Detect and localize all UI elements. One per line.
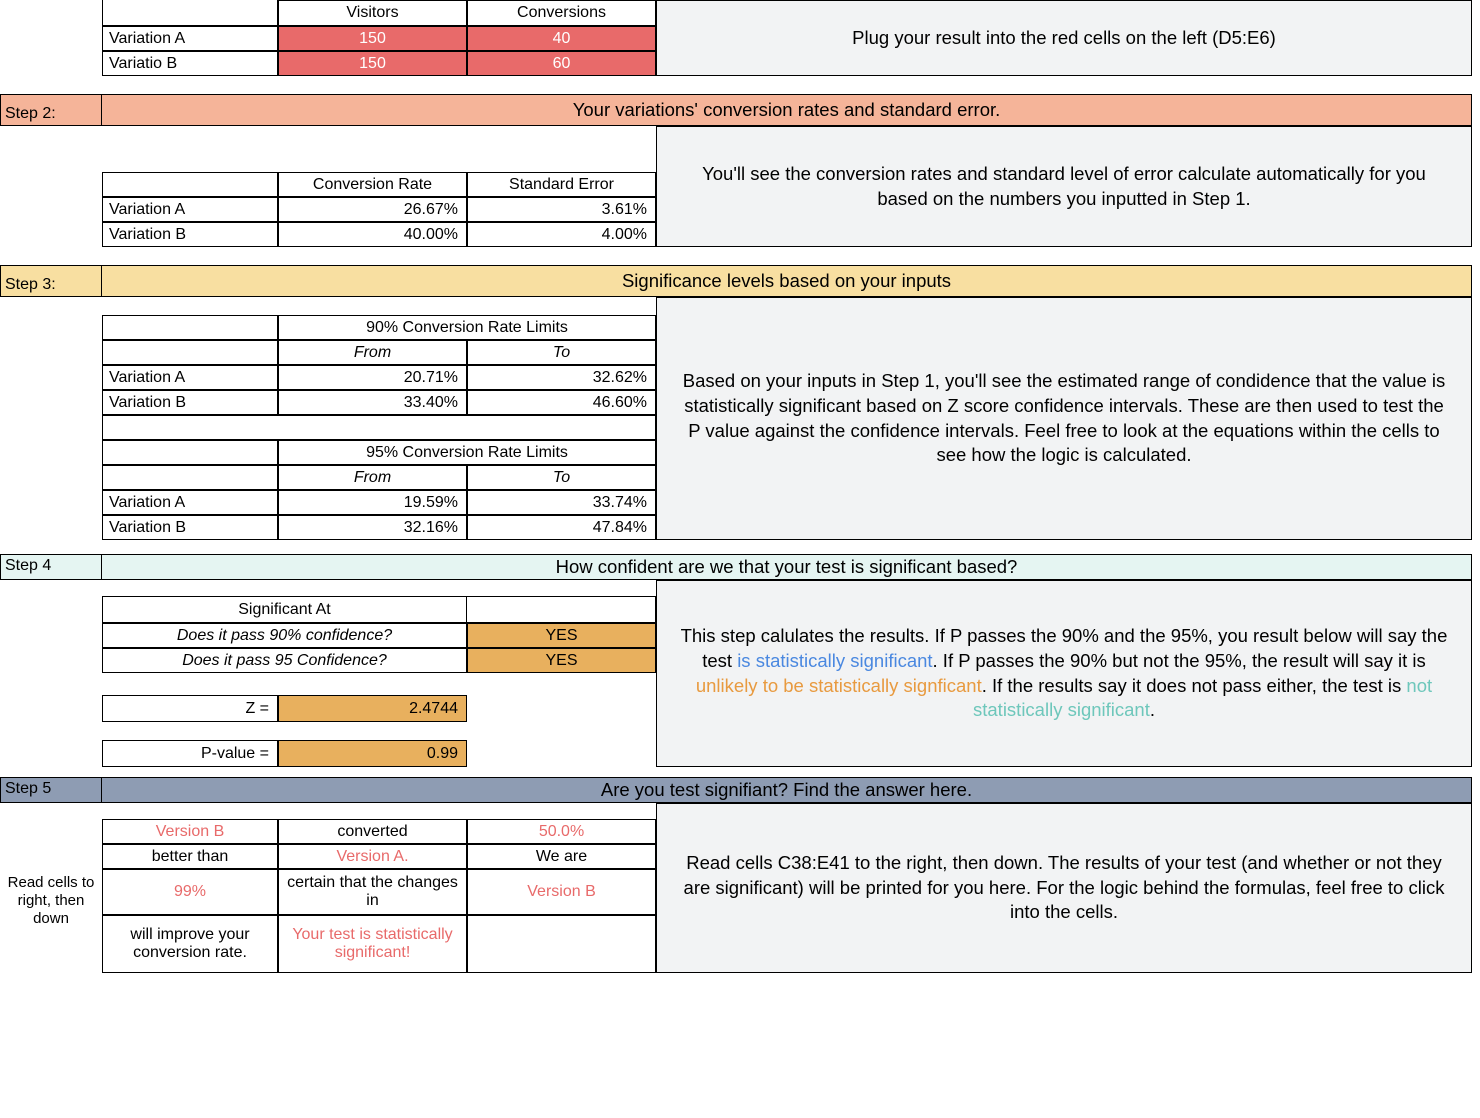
result-r1c1[interactable]: Version B (102, 819, 278, 844)
step2-title: Your variations' conversion rates and st… (102, 94, 1472, 126)
from-header-95: From (278, 465, 467, 490)
to-header-95: To (467, 465, 656, 490)
standard-error-header: Standard Error (467, 172, 656, 197)
step3-95-a-label: Variation A (102, 490, 278, 515)
result-r2c3[interactable]: We are (467, 844, 656, 869)
limit-90-a-from[interactable]: 20.71% (278, 365, 467, 390)
limits-90-title: 90% Conversion Rate Limits (278, 315, 656, 340)
limit-95-b-from[interactable]: 32.16% (278, 515, 467, 540)
result-r3c2[interactable]: certain that the changes in (278, 869, 467, 915)
pass-90-question: Does it pass 90% confidence? (102, 623, 467, 648)
step4-title: How confident are we that your test is s… (102, 554, 1472, 580)
standard-error-a[interactable]: 3.61% (467, 197, 656, 222)
variation-a-label: Variation A (102, 26, 278, 51)
result-r4c1[interactable]: will improve your conversion rate. (102, 915, 278, 973)
conversion-rate-a[interactable]: 26.67% (278, 197, 467, 222)
limit-90-b-to[interactable]: 46.60% (467, 390, 656, 415)
pass-95-answer[interactable]: YES (467, 648, 656, 673)
z-value[interactable]: 2.4744 (278, 695, 467, 722)
spreadsheet: Visitors Conversions Variation A 150 40 … (0, 0, 1480, 973)
limit-95-a-to[interactable]: 33.74% (467, 490, 656, 515)
result-r4c3[interactable] (467, 915, 656, 973)
limit-90-a-to[interactable]: 32.62% (467, 365, 656, 390)
significant-at-title: Significant At (102, 596, 467, 623)
step2-instructions: You'll see the conversion rates and stan… (656, 126, 1472, 247)
conversions-input-a[interactable]: 40 (467, 26, 656, 51)
conversion-rate-b[interactable]: 40.00% (278, 222, 467, 247)
visitors-header: Visitors (278, 0, 467, 26)
step3-instructions: Based on your inputs in Step 1, you'll s… (656, 297, 1472, 540)
p-value[interactable]: 0.99 (278, 740, 467, 767)
step5-instructions: Read cells C38:E41 to the right, then do… (656, 803, 1472, 973)
step5-title: Are you test signifiant? Find the answer… (102, 777, 1472, 803)
step1-row: Visitors Conversions Variation A 150 40 … (0, 0, 1480, 76)
step1-instructions: Plug your result into the red cells on t… (656, 0, 1472, 76)
to-header-90: To (467, 340, 656, 365)
step5-side-label: Read cells to right, then down (0, 803, 102, 973)
result-r2c1[interactable]: better than (102, 844, 278, 869)
step4-text-mid2: . If the results say it does not pass ei… (982, 675, 1407, 696)
conversion-rate-header: Conversion Rate (278, 172, 467, 197)
visitors-input-a[interactable]: 150 (278, 26, 467, 51)
standard-error-b[interactable]: 4.00% (467, 222, 656, 247)
variation-b-label: Variatio B (102, 51, 278, 76)
step2-body: Conversion Rate Standard Error Variation… (0, 126, 1480, 247)
limit-95-a-from[interactable]: 19.59% (278, 490, 467, 515)
step2-var-a-label: Variation A (102, 197, 278, 222)
step4-instructions: This step calulates the results. If P pa… (656, 580, 1472, 767)
result-r3c3[interactable]: Version B (467, 869, 656, 915)
p-label: P-value = (102, 740, 278, 767)
limits-95-title: 95% Conversion Rate Limits (278, 440, 656, 465)
pass-90-answer[interactable]: YES (467, 623, 656, 648)
step2-header: Step 2: Your variations' conversion rate… (0, 94, 1480, 126)
visitors-input-b[interactable]: 150 (278, 51, 467, 76)
step3-95-b-label: Variation B (102, 515, 278, 540)
z-label: Z = (102, 695, 278, 722)
step5-body: Read cells to right, then down Version B… (0, 803, 1480, 973)
result-r4c2[interactable]: Your test is statistically significant! (278, 915, 467, 973)
step2-label: Step 2: (0, 94, 102, 126)
step3-90-b-label: Variation B (102, 390, 278, 415)
step3-label: Step 3: (0, 265, 102, 297)
result-r3c1[interactable]: 99% (102, 869, 278, 915)
step4-text-sig: is statistically significant (737, 650, 932, 671)
conversions-input-b[interactable]: 60 (467, 51, 656, 76)
result-r1c2[interactable]: converted (278, 819, 467, 844)
step3-body: 90% Conversion Rate Limits From To Varia… (0, 297, 1480, 540)
step3-90-a-label: Variation A (102, 365, 278, 390)
step4-body: Significant At Does it pass 90% confiden… (0, 580, 1480, 767)
conversions-header: Conversions (467, 0, 656, 26)
step4-text-mid1: . If P passes the 90% but not the 95%, t… (933, 650, 1426, 671)
limit-90-b-from[interactable]: 33.40% (278, 390, 467, 415)
result-r2c2[interactable]: Version A. (278, 844, 467, 869)
step3-title: Significance levels based on your inputs (102, 265, 1472, 297)
result-r1c3[interactable]: 50.0% (467, 819, 656, 844)
step4-text-unlikely: unlikely to be statistically signficant (696, 675, 982, 696)
from-header-90: From (278, 340, 467, 365)
pass-95-question: Does it pass 95 Confidence? (102, 648, 467, 673)
step4-label: Step 4 (0, 554, 102, 580)
limit-95-b-to[interactable]: 47.84% (467, 515, 656, 540)
step5-label: Step 5 (0, 777, 102, 803)
step4-text-end: . (1150, 699, 1155, 720)
step2-var-b-label: Variation B (102, 222, 278, 247)
